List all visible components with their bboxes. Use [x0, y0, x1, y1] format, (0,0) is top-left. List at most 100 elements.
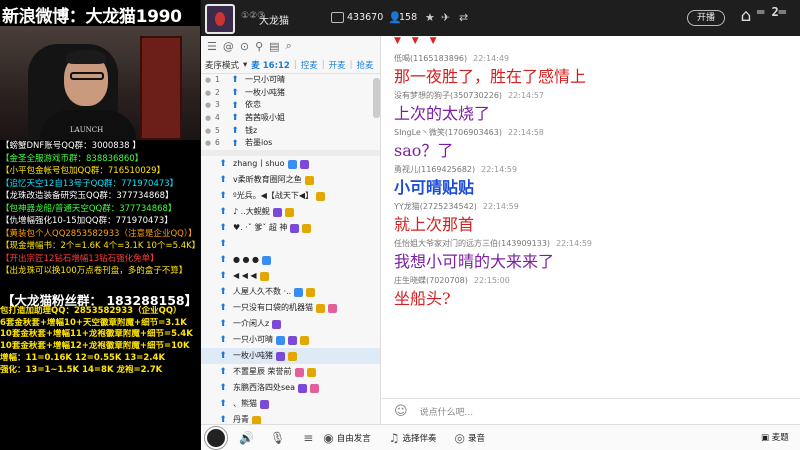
user-list-item[interactable]: ⬆ 、熊猫: [201, 396, 380, 412]
user-icon: ⬆: [219, 287, 227, 298]
location-icon[interactable]: ⊙: [240, 40, 249, 53]
price-line: 强化：13=1~1.5K 14=8K 龙袍=2.7K: [0, 364, 163, 375]
user-name: ♪ ..大鲵鲵: [233, 207, 270, 217]
user-list-item[interactable]: ⬆ ◀ ◀ ◀: [201, 268, 380, 284]
user-name: 不置星辰 荣誉前: [233, 367, 292, 377]
volume-icon[interactable]: 🔊: [239, 431, 254, 445]
chat-input[interactable]: 说点什么吧...: [420, 405, 474, 418]
chat-timestamp: 22:14:58: [507, 128, 544, 137]
at-icon[interactable]: @: [223, 40, 234, 53]
status-dot-icon: ●: [204, 76, 212, 84]
user-list-item[interactable]: ⬆ 一枚小吨猪: [201, 348, 380, 365]
mic-queue-row[interactable]: ● 1 ⬆ 一只小可晴: [201, 74, 380, 87]
chat-username[interactable]: 没有梦想的狗子(350730226): [394, 91, 502, 100]
chat-username[interactable]: 勇视儿(1169425682): [394, 165, 475, 174]
scrollbar[interactable]: [373, 78, 380, 118]
user-list-item[interactable]: ⬆ 不置星辰 荣誉前: [201, 364, 380, 380]
chevron-down-icon[interactable]: ▾: [243, 60, 247, 70]
price-line: 10套金秋套+增幅11+龙袍徽章附魔+细节=5.4K: [0, 329, 193, 340]
user-badge-icon: [290, 223, 300, 233]
mic-user-name: 钱z: [245, 125, 258, 135]
mic-queue-row[interactable]: ● 2 ⬆ 一枚小吨猪: [201, 87, 380, 100]
chat-message: 低喝(1165183896) 22:14:49 那一夜胜了，胜在了感情上: [394, 52, 800, 89]
star-icon[interactable]: ★: [425, 11, 435, 24]
chat-message-header: 没有梦想的狗子(350730226) 22:14:57: [394, 89, 800, 102]
user-list-item[interactable]: ⬆ zhang丨shuo: [201, 156, 380, 172]
room-avatar[interactable]: [205, 4, 235, 34]
stream-overlay-title: 新浪微博：大龙猫1990: [2, 7, 182, 27]
mic-queue-row[interactable]: ● 4 ⬆ 茜茜吸小姐: [201, 112, 380, 125]
user-list-item[interactable]: ⬆ 一只小可晴: [201, 332, 380, 348]
chat-username[interactable]: 低喝(1165183896): [394, 54, 467, 63]
user-list-item[interactable]: ⬆ 一介闲人z: [201, 316, 380, 332]
mic-mode-label[interactable]: 麦序模式: [205, 59, 239, 71]
mic-queue-row[interactable]: ● 3 ⬆ 依恋: [201, 99, 380, 112]
shirt-text: LAUNCH: [70, 126, 104, 134]
user-name: zhang丨shuo: [233, 159, 285, 169]
microphone-icon[interactable]: 🎙: [270, 431, 285, 445]
tab-open-mic[interactable]: 开麦: [329, 59, 346, 71]
chat-message: SIngLe丶微笑(1706903463) 22:14:58 sao？了: [394, 126, 800, 163]
user-list-item[interactable]: ⬆ º光兵。◀【战天下◀】: [201, 188, 380, 204]
mic-list-icon[interactable]: ☰: [207, 40, 217, 53]
equalizer-icon[interactable]: ≡: [303, 431, 313, 445]
user-list-item[interactable]: ⬆ ♥. ·ˇ 爹ˇ 超 神: [201, 220, 380, 236]
chat-username[interactable]: 庄生晓蝶(7020708): [394, 276, 468, 285]
mic-switch[interactable]: ▣ 麦题: [761, 431, 789, 443]
tab-grab-mic[interactable]: 抢麦: [356, 59, 373, 71]
yy-client-panel: ①②③ 大龙猫 433670 👤 158 ★ ✈ ⇄ 开播 ⌂ ═ 2═ ☰ @…: [201, 0, 800, 450]
info-line: 【追忆天空12自13号子QQ群：771970473】: [0, 177, 200, 190]
user-list-item[interactable]: ⬆ 东鹏西洛四处sea: [201, 380, 380, 396]
price-line: 包打造加助理QQ：2853582933（企业QQ）: [0, 306, 182, 316]
chat-username[interactable]: YY龙猫(2725234542): [394, 202, 477, 211]
user-icon: ⬆: [219, 383, 227, 394]
avatar[interactable]: [205, 426, 227, 449]
chat-timestamp: 22:14:59: [481, 165, 518, 174]
mic-switch-label: 麦题: [771, 433, 789, 443]
chat-timestamp: 22:15:00: [473, 276, 510, 285]
chat-message-text: 我想小可晴的大来来了: [394, 252, 555, 271]
user-list-item[interactable]: ⬆ 一只没有口袋的机器猫: [201, 300, 380, 316]
info-line: 【螃蟹DNF账号QQ群：3000838 】: [0, 140, 200, 153]
user-icon: ⬆: [231, 75, 239, 86]
user-list-item[interactable]: ⬆ ♪ ..大鲵鲵: [201, 204, 380, 220]
user-list-item[interactable]: ⬆: [201, 236, 380, 252]
choose-music-button[interactable]: ♫ 选择伴奏: [389, 431, 437, 445]
mic-queue-row[interactable]: ● 6 ⬆ 若墨ios: [201, 137, 380, 150]
tab-control-mic[interactable]: 控麦: [301, 59, 318, 71]
chat-message-text: 坐船头?: [394, 289, 451, 308]
user-name: 一只小可晴: [233, 335, 273, 345]
viewer-icon: [331, 12, 344, 23]
chat-message-text: 就上次那首: [394, 215, 475, 234]
share-icon[interactable]: ⇄: [459, 11, 468, 24]
room-name[interactable]: 大龙猫: [259, 12, 289, 27]
user-icon: ⬆: [231, 113, 239, 124]
list-icon[interactable]: ▤: [269, 40, 279, 53]
user-icon: ⬆: [219, 367, 227, 378]
user-name: ♥. ·ˇ 爹ˇ 超 神: [233, 223, 288, 233]
info-line: 【金圣全服游戏币群：838836860】: [0, 152, 200, 165]
start-live-button[interactable]: 开播: [687, 10, 725, 26]
chat-timestamp: 22:14:49: [473, 54, 510, 63]
chat-username[interactable]: SIngLe丶微笑(1706903463): [394, 128, 502, 137]
user-badge-icon: [300, 335, 309, 345]
record-button[interactable]: ◎ 录音: [455, 431, 486, 445]
streamer-hair: [66, 50, 106, 64]
chat-input-bar: ☺ 说点什么吧...: [382, 398, 800, 424]
user-icon: ⬆: [219, 303, 227, 314]
search-icon[interactable]: ⌕: [286, 39, 292, 53]
user-badge-icon: [262, 255, 272, 265]
user-list-item[interactable]: ⬆ 人屋人久不数 ·..: [201, 284, 380, 300]
price-line: 6套金秋套+增幅10+天空徽章附魔+细节=3.1K: [0, 317, 187, 328]
user-list-item[interactable]: ⬆ v柔昕教育圈阿之鱼: [201, 172, 380, 188]
plane-icon[interactable]: ✈: [441, 11, 450, 24]
mic-queue-row[interactable]: ● 5 ⬆ 钱z: [201, 125, 380, 138]
pin-icon[interactable]: ⚲: [255, 40, 263, 53]
fans-count: 158: [399, 12, 418, 23]
user-list-item[interactable]: ⬆ ● ● ●: [201, 252, 380, 268]
free-talk-button[interactable]: ◉ 自由发言: [323, 431, 371, 445]
home-icon[interactable]: ⌂: [736, 6, 756, 28]
chat-username[interactable]: 任怡姐大爷家对门的远方三伯(143909133): [394, 239, 550, 248]
emoji-icon[interactable]: ☺: [394, 404, 408, 419]
choose-music-label: 选择伴奏: [402, 433, 437, 444]
